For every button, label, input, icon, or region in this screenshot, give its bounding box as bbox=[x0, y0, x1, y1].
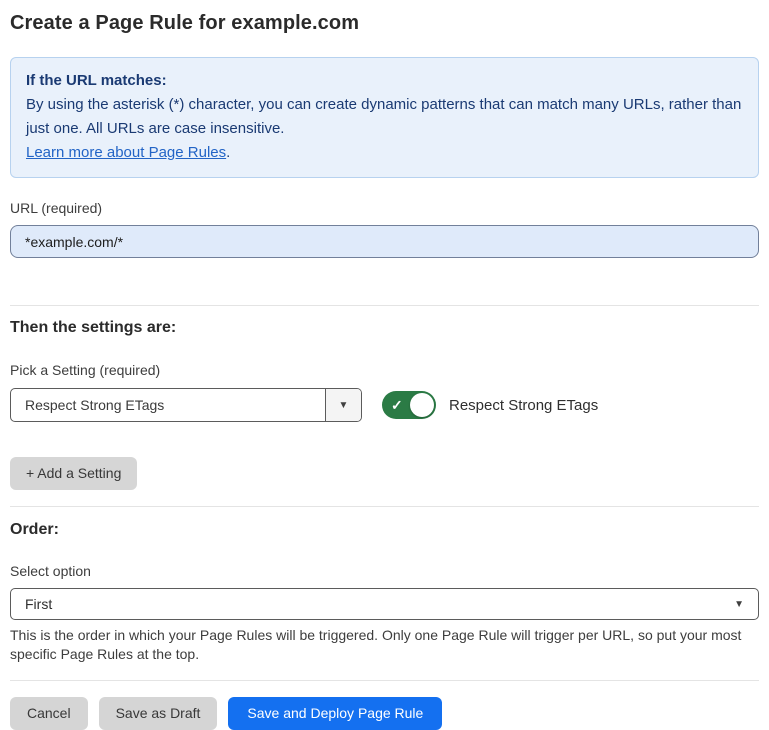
setting-row: Respect Strong ETags ▼ ✓ Respect Strong … bbox=[10, 388, 759, 422]
chevron-down-icon: ▼ bbox=[734, 599, 744, 610]
order-help-text: This is the order in which your Page Rul… bbox=[10, 626, 755, 664]
order-select[interactable]: First ▼ bbox=[10, 588, 759, 620]
section-divider bbox=[10, 305, 759, 306]
toggle-label: Respect Strong ETags bbox=[449, 397, 598, 414]
footer-divider bbox=[10, 680, 759, 681]
order-heading: Order: bbox=[10, 520, 759, 540]
url-label: URL (required) bbox=[10, 200, 759, 217]
page-title: Create a Page Rule for example.com bbox=[10, 10, 759, 36]
save-draft-button[interactable]: Save as Draft bbox=[99, 697, 218, 730]
settings-heading: Then the settings are: bbox=[10, 318, 759, 338]
section-divider bbox=[10, 506, 759, 507]
setting-select[interactable]: Respect Strong ETags ▼ bbox=[10, 388, 362, 422]
footer-actions: Cancel Save as Draft Save and Deploy Pag… bbox=[10, 697, 759, 730]
setting-select-value: Respect Strong ETags bbox=[11, 389, 325, 421]
dropdown-arrow-icon: ▼ bbox=[339, 400, 349, 411]
add-setting-button[interactable]: + Add a Setting bbox=[10, 457, 137, 490]
cancel-button[interactable]: Cancel bbox=[10, 697, 88, 730]
url-match-info-box: If the URL matches: By using the asteris… bbox=[10, 57, 759, 178]
etag-toggle[interactable]: ✓ bbox=[382, 391, 436, 419]
info-box-body: By using the asterisk (*) character, you… bbox=[26, 93, 743, 165]
url-input[interactable] bbox=[10, 225, 759, 258]
info-box-heading: If the URL matches: bbox=[26, 69, 743, 93]
link-period: . bbox=[226, 144, 230, 161]
pick-setting-label: Pick a Setting (required) bbox=[10, 362, 759, 379]
setting-select-arrow-button[interactable]: ▼ bbox=[325, 389, 361, 421]
toggle-knob[interactable] bbox=[410, 393, 434, 417]
learn-more-link[interactable]: Learn more about Page Rules bbox=[26, 144, 226, 161]
order-select-value: First bbox=[25, 596, 52, 612]
order-select-label: Select option bbox=[10, 563, 759, 580]
check-icon: ✓ bbox=[391, 398, 403, 412]
info-box-body-text: By using the asterisk (*) character, you… bbox=[26, 96, 741, 137]
save-deploy-button[interactable]: Save and Deploy Page Rule bbox=[228, 697, 442, 730]
page-rule-form: Create a Page Rule for example.com If th… bbox=[0, 0, 769, 730]
